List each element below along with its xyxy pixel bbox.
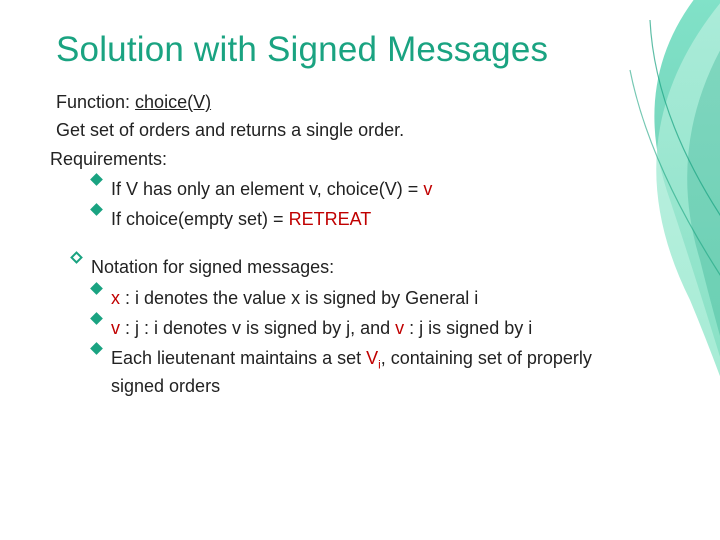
slide-title: Solution with Signed Messages: [56, 30, 610, 70]
not3-pre: Each lieutenant maintains a set: [111, 348, 366, 368]
req2-emphasis: RETREAT: [289, 209, 372, 229]
req1-text: If V has only an element v, choice(V) =: [111, 179, 423, 199]
diamond-bullet-icon: [90, 173, 103, 186]
not3-v: Vi: [366, 348, 381, 368]
not2-tail: : j is signed by i: [404, 318, 532, 338]
diamond-bullet-icon: [90, 312, 103, 325]
diamond-hollow-bullet-icon: [70, 252, 83, 265]
function-label: Function:: [56, 92, 135, 112]
notation-1: x : i denotes the value x is signed by G…: [92, 286, 610, 310]
notation-block: Notation for signed messages:: [56, 255, 610, 279]
notation-2: v : j : i denotes v is signed by j, and …: [92, 316, 610, 340]
notation-list: x : i denotes the value x is signed by G…: [92, 286, 610, 398]
slide-content: Solution with Signed Messages Function: …: [0, 0, 720, 398]
slide-body: Function: choice(V) Get set of orders an…: [56, 90, 610, 398]
not2-lead: v: [111, 318, 120, 338]
not1-rest: : i denotes the value x is signed by Gen…: [120, 288, 478, 308]
requirements-label: Requirements:: [50, 147, 610, 171]
requirements-list: If V has only an element v, choice(V) = …: [92, 177, 610, 232]
diamond-bullet-icon: [90, 282, 103, 295]
function-line: Function: choice(V): [56, 90, 610, 114]
req1-emphasis: v: [423, 179, 432, 199]
not2-lead2: v: [395, 318, 404, 338]
notation-heading-text: Notation for signed messages:: [91, 255, 610, 279]
requirement-1: If V has only an element v, choice(V) = …: [92, 177, 610, 201]
diamond-bullet-icon: [90, 203, 103, 216]
function-description: Get set of orders and returns a single o…: [56, 118, 610, 142]
not1-lead: x: [111, 288, 120, 308]
diamond-bullet-icon: [90, 343, 103, 356]
req2-text: If choice(empty set) =: [111, 209, 289, 229]
not2-mid: : j : i denotes v is signed by j, and: [120, 318, 395, 338]
notation-heading: Notation for signed messages:: [72, 255, 610, 279]
requirement-2: If choice(empty set) = RETREAT: [92, 207, 610, 231]
notation-3: Each lieutenant maintains a set Vi, cont…: [92, 346, 610, 398]
function-name: choice(V): [135, 92, 211, 112]
